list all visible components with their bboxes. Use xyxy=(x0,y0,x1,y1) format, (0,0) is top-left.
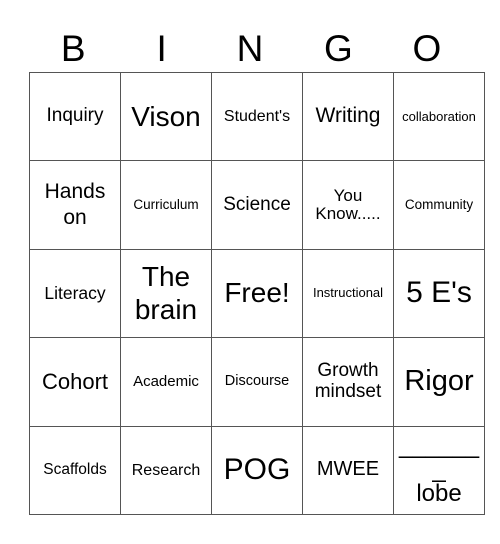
bingo-cell[interactable]: collaboration xyxy=(393,71,485,162)
bingo-cell[interactable]: Literacy xyxy=(29,248,121,339)
bingo-cell[interactable]: You Know..... xyxy=(302,160,394,250)
bingo-cell[interactable]: Growth mindset xyxy=(302,337,394,427)
grid-row-3: Literacy The brain Free! Instructional 5… xyxy=(29,248,485,339)
bingo-cell[interactable]: 5 E's xyxy=(393,248,485,339)
header-letter-g: G xyxy=(324,28,353,69)
bingo-cell[interactable]: Rigor xyxy=(393,337,485,427)
bingo-cell[interactable]: The brain xyxy=(120,248,212,339)
header-letter-i: I xyxy=(156,28,167,69)
bingo-cell[interactable]: Student's xyxy=(211,71,303,162)
header-letter-b: B xyxy=(60,28,86,69)
bingo-cell[interactable]: Instructional xyxy=(302,248,394,339)
bingo-cell[interactable]: Academic xyxy=(120,337,212,427)
grid-row-1: Inquiry Vison Student's Writing collabor… xyxy=(29,71,485,162)
bingo-cell[interactable]: Vison xyxy=(120,71,212,162)
bingo-cell[interactable]: POG xyxy=(211,425,303,516)
bingo-grid: Inquiry Vison Student's Writing collabor… xyxy=(29,71,485,516)
lobe-word: lobe xyxy=(416,480,462,508)
bingo-cell[interactable]: Curriculum xyxy=(120,160,212,250)
bingo-cell[interactable]: Free! xyxy=(211,248,303,339)
bingo-header: B I N G O xyxy=(29,26,471,72)
grid-row-2: Hands on Curriculum Science You Know....… xyxy=(29,160,485,250)
bingo-cell[interactable]: Discourse xyxy=(211,337,303,427)
grid-row-4: Cohort Academic Discourse Growth mindset… xyxy=(29,337,485,427)
bingo-cell-lobe[interactable]: _______ lobe xyxy=(393,425,485,516)
header-letter-n: N xyxy=(236,28,264,69)
header-letter-o: O xyxy=(412,28,442,69)
bingo-cell[interactable]: Inquiry xyxy=(29,71,121,162)
blank-line: _______ xyxy=(398,432,480,484)
bingo-cell[interactable]: Hands on xyxy=(29,160,121,250)
bingo-cell[interactable]: Scaffolds xyxy=(29,425,121,516)
grid-row-5: Scaffolds Research POG MWEE _______ lobe xyxy=(29,425,485,516)
bingo-cell[interactable]: Writing xyxy=(302,71,394,162)
bingo-cell[interactable]: Cohort xyxy=(29,337,121,427)
bingo-cell[interactable]: Science xyxy=(211,160,303,250)
bingo-cell[interactable]: Community xyxy=(393,160,485,250)
bingo-cell[interactable]: Research xyxy=(120,425,212,516)
bingo-cell[interactable]: MWEE xyxy=(302,425,394,516)
